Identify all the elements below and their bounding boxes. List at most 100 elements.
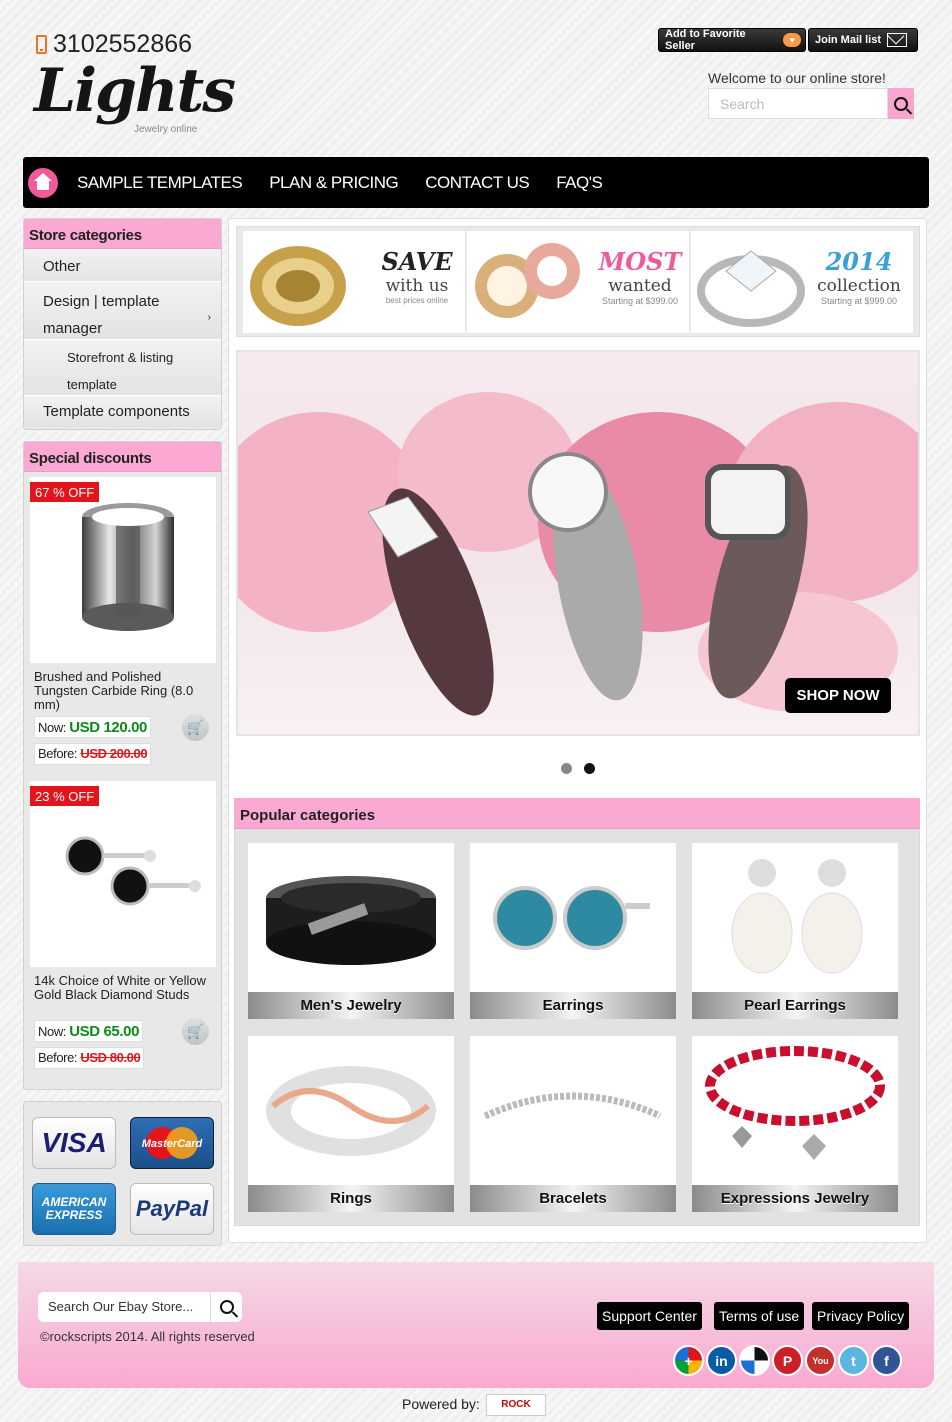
category-card-earrings[interactable]: Earrings	[470, 843, 676, 1019]
category-storefront-listing[interactable]: Storefront & listing template	[24, 340, 221, 396]
nav-sample-templates[interactable]: SAMPLE TEMPLATES	[77, 173, 243, 193]
search-button[interactable]	[888, 88, 914, 119]
amex-logo: AMERICAN EXPRESS	[32, 1183, 116, 1235]
banner-line3: Starting at $399.00	[601, 296, 679, 306]
banner-title: MOST	[598, 247, 682, 276]
now-label: Now:	[38, 720, 67, 735]
price-now: Now: USD 65.00	[34, 1020, 144, 1042]
category-design-template-manager[interactable]: Design | template manager ›	[24, 282, 221, 340]
category-card-bracelets[interactable]: Bracelets	[470, 1036, 676, 1212]
charm-bracelet-illustration	[705, 1046, 885, 1160]
footer-search-button[interactable]	[210, 1292, 242, 1322]
category-label: Men's Jewelry	[248, 992, 454, 1019]
add-to-cart-icon[interactable]: 🛒	[182, 1018, 209, 1045]
banner-line3: Starting at $999.00	[820, 296, 898, 306]
main-nav: SAMPLE TEMPLATES PLAN & PRICING CONTACT …	[23, 157, 929, 208]
youtube-icon[interactable]: You	[805, 1345, 836, 1376]
category-card-mens-jewelry[interactable]: Men's Jewelry	[248, 843, 454, 1019]
paypal-logo: PayPal	[130, 1183, 214, 1235]
rock-logo[interactable]: ROCK	[486, 1394, 546, 1416]
promo-banner-save[interactable]: SAVE with us best prices online	[243, 231, 465, 333]
banner-line2: wanted	[608, 276, 672, 296]
privacy-policy-link[interactable]: Privacy Policy	[812, 1302, 910, 1330]
footer-search-input[interactable]: Search Our Ebay Store...	[38, 1292, 210, 1322]
twitter-icon[interactable]: t	[838, 1345, 869, 1376]
facebook-icon[interactable]: f	[871, 1345, 902, 1376]
category-label: Bracelets	[470, 1185, 676, 1212]
chevron-right-icon: ›	[207, 312, 211, 323]
now-price: USD 65.00	[69, 1023, 140, 1040]
join-mail-list-button[interactable]: Join Mail list	[808, 28, 918, 52]
before-label: Before:	[38, 1050, 78, 1065]
promo-banner-2014-collection[interactable]: 2014 collection Starting at $999.00	[691, 231, 913, 333]
mastercard-circles: MasterCard	[142, 1127, 203, 1159]
banner-text: SAVE with us best prices online	[373, 247, 461, 305]
phone-text: 3102552866	[53, 30, 193, 58]
add-favorite-seller-button[interactable]: Add to Favorite Seller ♥	[658, 28, 806, 52]
logo[interactable]: Lights	[34, 56, 236, 126]
linkedin-icon[interactable]: in	[706, 1345, 737, 1376]
store-categories-title: Store categories	[24, 219, 221, 249]
category-other[interactable]: Other	[24, 249, 221, 282]
delicious-icon[interactable]	[739, 1345, 770, 1376]
welcome-text: Welcome to our online store!	[708, 70, 886, 86]
support-center-link[interactable]: Support Center	[597, 1302, 702, 1330]
special-discounts-title: Special discounts	[24, 442, 221, 472]
product-image-tungsten-ring[interactable]	[30, 477, 216, 663]
category-card-expressions-jewelry[interactable]: Expressions Jewelry	[692, 1036, 898, 1212]
before-price: USD 80.00	[80, 1050, 141, 1065]
fav-label: Add to Favorite Seller	[665, 28, 746, 52]
copyright-text: ©rockscripts 2014. All rights reserved	[40, 1329, 255, 1344]
banner-line3: best prices online	[385, 296, 449, 305]
shop-now-button[interactable]: SHOP NOW	[785, 678, 891, 713]
search-icon	[894, 96, 908, 111]
promo-banner-most-wanted[interactable]: MOST wanted Starting at $399.00	[467, 231, 689, 333]
nav-plan-pricing[interactable]: PLAN & PRICING	[269, 173, 399, 193]
price-before: Before: USD 80.00	[34, 1047, 145, 1069]
category-card-rings[interactable]: Rings	[248, 1036, 454, 1212]
home-icon	[34, 172, 52, 190]
category-label: Pearl Earrings	[692, 992, 898, 1019]
mail-label: Join Mail list	[815, 34, 882, 46]
rose-ring-illustration	[266, 1066, 436, 1156]
blue-earrings-illustration	[493, 886, 650, 950]
nav-contact-us[interactable]: CONTACT US	[425, 173, 529, 193]
bracelet-illustration	[483, 1092, 662, 1120]
search-input[interactable]: Search	[708, 88, 888, 119]
category-template-components[interactable]: Template components	[24, 396, 221, 427]
phone-number: 3102552866	[36, 30, 192, 59]
banner-text: MOST wanted Starting at $399.00	[595, 247, 685, 306]
category-label: Expressions Jewelry	[692, 1185, 898, 1212]
home-button[interactable]	[28, 167, 58, 198]
nav-faqs[interactable]: FAQ'S	[556, 173, 603, 193]
pinterest-icon[interactable]: P	[772, 1345, 803, 1376]
black-ring-illustration	[266, 876, 436, 965]
price-now: Now: USD 120.00	[34, 716, 151, 738]
ring-illustration	[82, 503, 174, 631]
banner-text: 2014 collection Starting at $999.00	[809, 247, 909, 306]
now-price: USD 120.00	[69, 719, 147, 736]
category-label: Rings	[248, 1185, 454, 1212]
banner-title: SAVE	[381, 247, 453, 276]
mastercard-label: MasterCard	[142, 1138, 203, 1150]
terms-of-use-link[interactable]: Terms of use	[714, 1302, 805, 1330]
discount-badge: 67 % OFF	[30, 482, 100, 502]
banner-title: 2014	[825, 247, 893, 276]
discount-badge: 23 % OFF	[30, 786, 100, 806]
category-label: Design | template manager	[43, 293, 160, 337]
mastercard-logo: MasterCard	[130, 1117, 214, 1169]
slider-dot-1[interactable]	[561, 763, 572, 774]
popular-categories-title: Popular categories	[234, 798, 920, 829]
banner-line2: with us	[385, 276, 449, 296]
category-card-pearl-earrings[interactable]: Pearl Earrings	[692, 843, 898, 1019]
product-name[interactable]: 14k Choice of White or Yellow Gold Black…	[34, 974, 212, 1002]
search-icon	[219, 1300, 234, 1314]
product-name[interactable]: Brushed and Polished Tungsten Carbide Ri…	[34, 670, 212, 712]
envelope-icon	[887, 33, 908, 47]
banner-line2: collection	[817, 276, 901, 296]
google-plus-icon[interactable]: +	[673, 1345, 704, 1376]
add-to-cart-icon[interactable]: 🛒	[182, 714, 209, 741]
slider-dot-2[interactable]	[584, 763, 595, 774]
product-image-diamond-studs[interactable]	[30, 781, 216, 967]
before-label: Before:	[38, 746, 78, 761]
